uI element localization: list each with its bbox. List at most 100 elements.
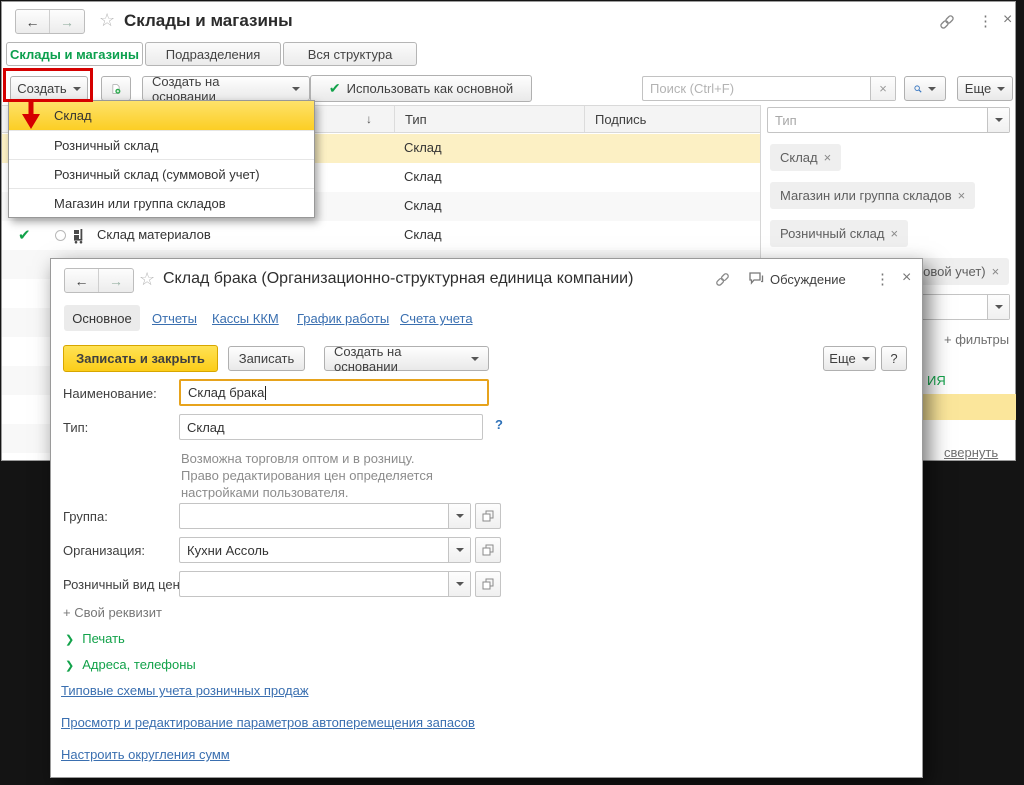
- forward-icon: →: [109, 273, 123, 289]
- addresses-expander[interactable]: ❯Адреса, телефоны: [65, 657, 196, 672]
- filter-chip[interactable]: Склад×: [770, 144, 841, 171]
- use-as-main-button[interactable]: ✔ Использовать как основной: [310, 75, 532, 102]
- type-label: Тип:: [63, 420, 88, 435]
- tab-accounting-accounts[interactable]: Счета учета: [400, 311, 473, 326]
- save-button[interactable]: Записать: [228, 346, 305, 371]
- organization-combo[interactable]: Кухни Ассоль: [179, 537, 471, 563]
- link-icon[interactable]: [938, 13, 956, 36]
- chip-remove-icon[interactable]: ×: [824, 150, 832, 165]
- column-header-caption[interactable]: Подпись: [584, 106, 760, 132]
- search-input[interactable]: Поиск (Ctrl+F): [643, 77, 870, 100]
- open-form-icon: [482, 510, 494, 522]
- row-name: Склад материалов: [97, 227, 211, 242]
- group-label: Группа:: [63, 509, 108, 524]
- combo-caret-icon[interactable]: [987, 295, 1009, 319]
- help-button[interactable]: ?: [881, 346, 907, 371]
- caret-down-icon: [862, 357, 870, 361]
- type-hint-line: Право редактирования цен определяется: [181, 468, 433, 483]
- name-input[interactable]: Склад брака: [179, 379, 489, 406]
- back-button[interactable]: ←: [65, 269, 99, 292]
- retail-schemes-link[interactable]: Типовые схемы учета розничных продаж: [61, 683, 309, 698]
- group-open-button[interactable]: [475, 503, 501, 529]
- menu-item-store-or-group[interactable]: Магазин или группа складов: [9, 188, 314, 217]
- retail-price-combo[interactable]: [179, 571, 471, 597]
- favorite-star-icon[interactable]: ☆: [139, 269, 155, 290]
- create-menu: Склад Розничный склад Розничный склад (с…: [8, 100, 315, 218]
- warehouse-dialog: ← → ☆ Склад брака (Организационно-структ…: [50, 258, 923, 778]
- group-combo[interactable]: [179, 503, 471, 529]
- caret-down-icon: [292, 87, 300, 91]
- column-header-type[interactable]: Тип: [394, 106, 584, 132]
- discussion-link[interactable]: Обсуждение: [770, 272, 846, 287]
- dialog-history-nav: ← →: [64, 268, 134, 293]
- menu-item-warehouse[interactable]: Склад: [9, 101, 314, 130]
- sort-desc-icon[interactable]: ↓: [366, 112, 372, 126]
- add-filters-link[interactable]: + фильтры: [944, 332, 1009, 347]
- table-row[interactable]: ✔ Склад материалов Склад: [2, 221, 760, 250]
- discussion-bubble-icon[interactable]: [748, 271, 765, 291]
- hidden-section-partial-text: ИЯ: [927, 373, 946, 388]
- chip-remove-icon[interactable]: ×: [992, 264, 1000, 279]
- link-icon[interactable]: [714, 271, 731, 293]
- copy-button[interactable]: [101, 76, 131, 101]
- create-based-on-button[interactable]: Создать на основании: [142, 76, 310, 101]
- back-icon: ←: [75, 273, 89, 289]
- combo-caret-icon[interactable]: [987, 108, 1009, 132]
- tab-main[interactable]: Основное: [64, 305, 140, 331]
- retail-price-open-button[interactable]: [475, 571, 501, 597]
- name-label: Наименование:: [63, 386, 157, 401]
- back-button[interactable]: ←: [16, 10, 50, 33]
- advanced-search-button[interactable]: [904, 76, 946, 101]
- more-button[interactable]: Еще: [957, 76, 1013, 101]
- tab-reports[interactable]: Отчеты: [152, 311, 197, 326]
- search-box: Поиск (Ctrl+F) ×: [642, 76, 896, 101]
- type-filter-input[interactable]: Тип: [768, 108, 987, 132]
- chevron-right-icon: ❯: [65, 660, 74, 672]
- tab-kkm-cash[interactable]: Кассы ККМ: [212, 311, 279, 326]
- menu-item-retail-warehouse-sum[interactable]: Розничный склад (суммовой учет): [9, 159, 314, 188]
- auto-transfer-params-link[interactable]: Просмотр и редактирование параметров авт…: [61, 715, 475, 730]
- radio-icon: [55, 230, 66, 241]
- combo-caret-icon[interactable]: [448, 538, 470, 562]
- type-help-icon[interactable]: ?: [495, 417, 503, 432]
- forward-button[interactable]: →: [99, 269, 133, 292]
- dialog-title: Склад брака (Организационно-структурная …: [163, 270, 633, 288]
- favorite-star-icon[interactable]: ☆: [99, 10, 115, 31]
- add-custom-attribute-link[interactable]: + Свой реквизит: [63, 605, 162, 620]
- organization-open-button[interactable]: [475, 537, 501, 563]
- forward-button[interactable]: →: [50, 10, 84, 33]
- print-expander[interactable]: ❯Печать: [65, 631, 125, 646]
- annotation-arrow-icon: [20, 100, 42, 130]
- search-clear-icon[interactable]: ×: [870, 77, 895, 100]
- type-input[interactable]: Склад: [179, 414, 483, 440]
- history-nav: ← →: [15, 9, 85, 34]
- filter-chip[interactable]: Магазин или группа складов×: [770, 182, 975, 209]
- type-filter-combo[interactable]: Тип: [767, 107, 1010, 133]
- check-icon: ✔: [329, 80, 341, 97]
- tab-work-schedule[interactable]: График работы: [297, 311, 389, 326]
- kebab-menu-icon[interactable]: ⋮: [875, 270, 890, 288]
- tab-full-structure[interactable]: Вся структура: [283, 42, 417, 66]
- kebab-menu-icon[interactable]: ⋮: [978, 12, 993, 30]
- open-form-icon: [482, 544, 494, 556]
- close-icon[interactable]: ×: [1003, 11, 1012, 29]
- tab-departments[interactable]: Подразделения: [145, 42, 281, 66]
- retail-price-label: Розничный вид цен:: [63, 577, 183, 592]
- caret-down-icon: [471, 357, 479, 361]
- filter-chip[interactable]: Розничный склад×: [770, 220, 908, 247]
- type-hint-line: Возможна торговля оптом и в розницу.: [181, 451, 414, 466]
- collapse-link[interactable]: свернуть: [944, 445, 998, 460]
- tab-warehouses-stores[interactable]: Склады и магазины: [6, 42, 143, 66]
- menu-item-retail-warehouse[interactable]: Розничный склад: [9, 130, 314, 159]
- combo-caret-icon[interactable]: [448, 572, 470, 596]
- chip-remove-icon[interactable]: ×: [958, 188, 966, 203]
- close-icon[interactable]: ×: [902, 269, 911, 287]
- warehouse-icon: [73, 228, 90, 244]
- create-based-on-button[interactable]: Создать на основании: [324, 346, 489, 371]
- chip-remove-icon[interactable]: ×: [891, 226, 899, 241]
- caret-down-icon: [997, 87, 1005, 91]
- rounding-settings-link[interactable]: Настроить округления сумм: [61, 747, 230, 762]
- combo-caret-icon[interactable]: [448, 504, 470, 528]
- more-button[interactable]: Еще: [823, 346, 876, 371]
- save-and-close-button[interactable]: Записать и закрыть: [63, 345, 218, 372]
